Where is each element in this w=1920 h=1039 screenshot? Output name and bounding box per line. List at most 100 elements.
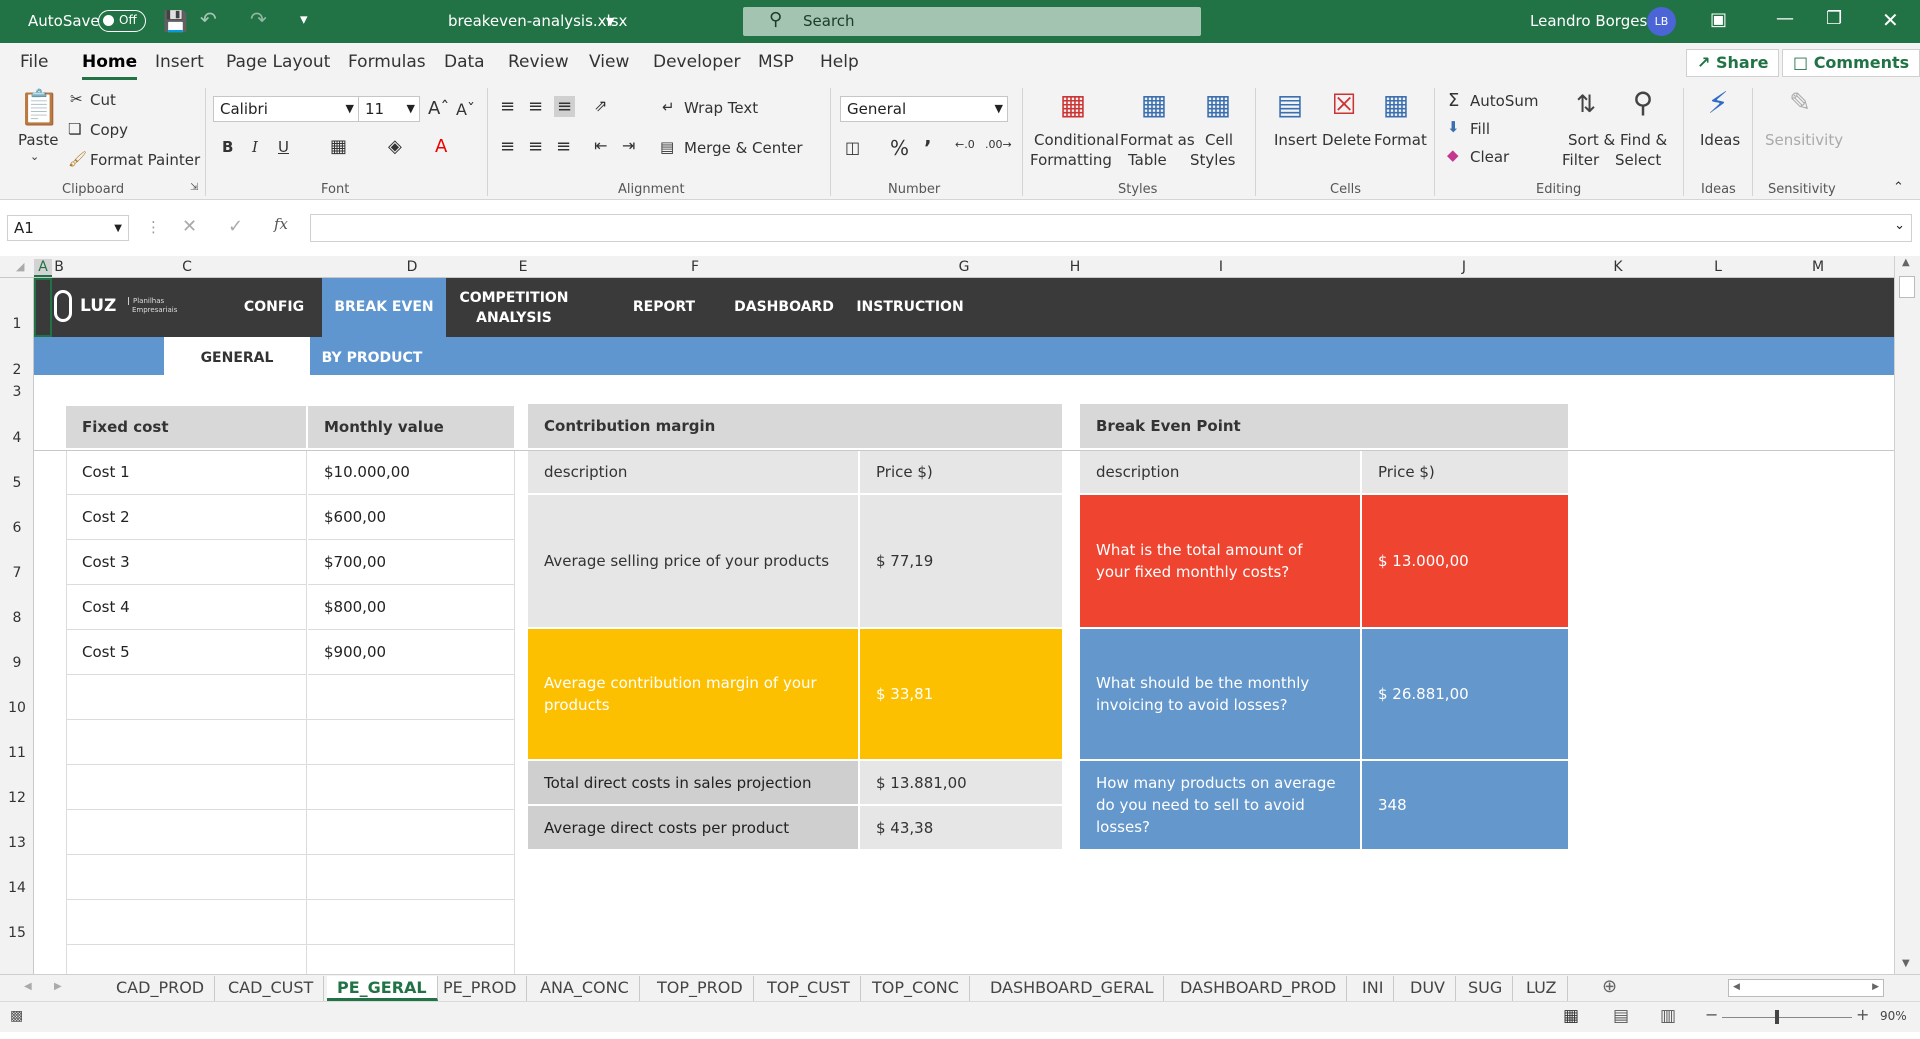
- minimize-icon[interactable]: —: [1776, 8, 1794, 29]
- bold-button[interactable]: B: [222, 138, 233, 156]
- row-header[interactable]: 15: [0, 925, 34, 941]
- format-painter-icon[interactable]: 🖌: [68, 150, 87, 168]
- autosave-toggle[interactable]: Off: [98, 10, 146, 32]
- expand-formula-icon[interactable]: ⌄: [1894, 218, 1905, 233]
- zoom-slider[interactable]: [1722, 1017, 1852, 1018]
- cell-styles-icon[interactable]: ▦: [1200, 88, 1236, 121]
- paste-icon[interactable]: 📋: [18, 88, 60, 128]
- insert-cells-icon[interactable]: ▤: [1272, 88, 1308, 121]
- comma-icon[interactable]: ’: [924, 136, 932, 160]
- empty-row[interactable]: [66, 720, 514, 765]
- format-painter-button[interactable]: Format Painter: [90, 151, 200, 169]
- select-all-icon[interactable]: ◢: [16, 260, 24, 273]
- share-button[interactable]: ↗ Share: [1686, 49, 1780, 77]
- merge-center-button[interactable]: Merge & Center: [684, 139, 803, 157]
- sort-filter-icon[interactable]: ⇅: [1568, 90, 1604, 118]
- sort-filter-label-2[interactable]: Filter: [1562, 151, 1599, 169]
- tab-formulas[interactable]: Formulas: [348, 52, 426, 72]
- copy-button[interactable]: Copy: [90, 121, 128, 139]
- total-direct-costs-value[interactable]: $ 13.881,00: [860, 761, 1062, 804]
- subnav-by-product[interactable]: BY PRODUCT: [310, 337, 434, 375]
- products-to-sell-value[interactable]: 348: [1362, 761, 1568, 849]
- row-header[interactable]: 14: [0, 880, 34, 896]
- row-header[interactable]: 12: [0, 790, 34, 806]
- sheet-tab[interactable]: CAD_PROD: [106, 976, 216, 1001]
- selected-cell-a1[interactable]: [34, 278, 52, 337]
- cost-name-cell[interactable]: Cost 1: [66, 450, 306, 495]
- row-header[interactable]: 7: [0, 565, 34, 581]
- sheet-tab[interactable]: LUZ: [1516, 976, 1568, 1001]
- total-fixed-costs-value[interactable]: $ 13.000,00: [1362, 495, 1568, 627]
- conditional-formatting-label-2[interactable]: Formatting: [1030, 151, 1112, 169]
- col-header-k[interactable]: K: [1568, 259, 1668, 275]
- clear-icon[interactable]: ◆: [1447, 146, 1459, 164]
- comments-button[interactable]: □ Comments: [1782, 49, 1920, 77]
- normal-view-icon[interactable]: ▦: [1563, 1006, 1579, 1026]
- find-select-label-2[interactable]: Select: [1615, 151, 1661, 169]
- search-box[interactable]: ⚲ Search: [743, 7, 1201, 36]
- wrap-text-icon[interactable]: ↵: [662, 98, 675, 116]
- sheet-tab[interactable]: TOP_PROD: [647, 976, 754, 1001]
- fill-color-icon[interactable]: ◈: [388, 136, 402, 157]
- undo-icon[interactable]: ↶: [200, 7, 217, 31]
- dialog-launcher-icon[interactable]: ⇲: [190, 182, 198, 193]
- delete-cells-icon[interactable]: ☒: [1326, 88, 1362, 121]
- number-format-dropdown[interactable]: General ▼: [840, 96, 1008, 122]
- cut-button[interactable]: Cut: [90, 91, 116, 109]
- col-header-a[interactable]: A: [34, 259, 52, 277]
- row-header[interactable]: 11: [0, 745, 34, 761]
- col-header-i[interactable]: I: [1082, 259, 1360, 275]
- page-layout-view-icon[interactable]: ▤: [1613, 1006, 1629, 1026]
- ribbon-display-icon[interactable]: ▣: [1710, 9, 1727, 30]
- sheet-tab-active[interactable]: PE_GERAL: [327, 976, 438, 1001]
- row-header[interactable]: 6: [0, 520, 34, 536]
- italic-button[interactable]: I: [252, 138, 258, 156]
- nav-dashboard[interactable]: DASHBOARD: [714, 278, 854, 337]
- col-header-b[interactable]: B: [52, 259, 66, 275]
- fill-icon[interactable]: ⬇: [1447, 118, 1460, 136]
- accounting-icon[interactable]: ◫: [845, 138, 860, 157]
- format-cells-icon[interactable]: ▦: [1378, 88, 1414, 121]
- increase-decimal-icon[interactable]: ←.0: [955, 138, 975, 151]
- cost-name-cell[interactable]: Cost 3: [66, 540, 306, 585]
- paste-button[interactable]: Paste: [18, 131, 59, 149]
- insert-function-button[interactable]: fx: [274, 215, 288, 233]
- cost-name-cell[interactable]: Cost 4: [66, 585, 306, 630]
- autosum-button[interactable]: AutoSum: [1470, 92, 1538, 110]
- format-as-table-icon[interactable]: ▦: [1136, 88, 1172, 121]
- cost-name-cell[interactable]: Cost 5: [66, 630, 306, 675]
- page-break-view-icon[interactable]: ▥: [1660, 1006, 1676, 1026]
- font-name-dropdown[interactable]: Calibri ▼: [213, 96, 359, 122]
- name-box[interactable]: A1 ▼: [7, 215, 129, 241]
- format-as-table-button[interactable]: Format as: [1120, 131, 1195, 149]
- tab-review[interactable]: Review: [508, 52, 569, 72]
- zoom-slider-thumb[interactable]: [1775, 1010, 1779, 1024]
- tab-view[interactable]: View: [589, 52, 629, 72]
- copy-icon[interactable]: ❏: [68, 120, 81, 138]
- clear-button[interactable]: Clear: [1470, 148, 1509, 166]
- cancel-icon[interactable]: ✕: [182, 216, 197, 237]
- col-header-l[interactable]: L: [1668, 259, 1768, 275]
- col-header-g[interactable]: G: [860, 259, 1068, 275]
- customize-qat-icon[interactable]: ▾: [300, 10, 308, 28]
- sort-filter-button[interactable]: Sort &: [1568, 131, 1615, 149]
- col-header-m[interactable]: M: [1768, 259, 1868, 275]
- increase-font-icon[interactable]: Aˆ: [428, 98, 449, 119]
- avg-direct-costs-value[interactable]: $ 43,38: [860, 806, 1062, 849]
- col-header-d[interactable]: D: [308, 259, 516, 275]
- empty-row[interactable]: [66, 900, 514, 945]
- sheet-tab[interactable]: ANA_CONC: [530, 976, 640, 1001]
- prev-sheet-icon[interactable]: ◀: [24, 981, 32, 992]
- filename-dropdown-icon[interactable]: ▼: [606, 15, 614, 28]
- restore-icon[interactable]: ❐: [1826, 8, 1842, 29]
- nav-report[interactable]: REPORT: [614, 278, 714, 337]
- find-select-button[interactable]: Find &: [1620, 131, 1667, 149]
- nav-competition-analysis[interactable]: COMPETITION ANALYSIS: [454, 288, 574, 328]
- align-center-icon[interactable]: ≡: [528, 136, 543, 157]
- wrap-text-button[interactable]: Wrap Text: [684, 99, 758, 117]
- increase-indent-icon[interactable]: ⇥: [622, 136, 635, 155]
- conditional-formatting-icon[interactable]: ▦: [1055, 88, 1091, 121]
- sensitivity-icon[interactable]: ✎: [1782, 88, 1818, 118]
- tab-insert[interactable]: Insert: [155, 52, 204, 72]
- horizontal-scrollbar[interactable]: ◀ ▶: [1728, 979, 1884, 997]
